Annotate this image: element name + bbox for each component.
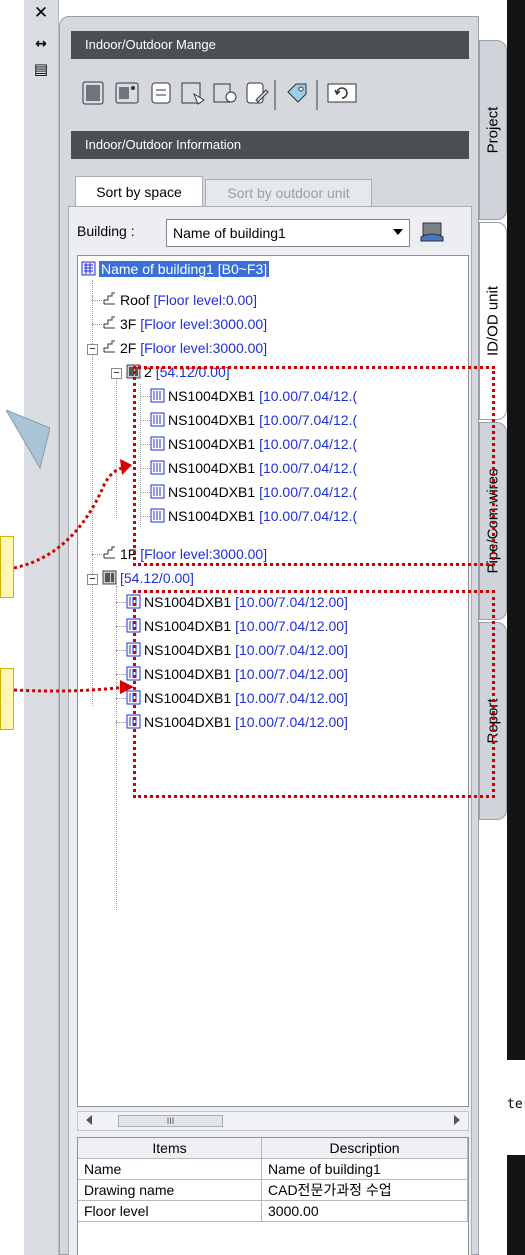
- properties-grid: Items Description Name Name of building1…: [77, 1137, 469, 1255]
- props-header-items: Items: [78, 1138, 262, 1159]
- collapse-icon[interactable]: −: [111, 368, 122, 379]
- props-row-item: Drawing name: [78, 1180, 262, 1201]
- highlight-box-2f-units: [133, 366, 495, 566]
- props-header-description: Description: [262, 1138, 468, 1159]
- unit-edit-icon[interactable]: [244, 80, 270, 106]
- tree-node-building[interactable]: Name of building1 [B0~F3]: [81, 259, 270, 279]
- screen: ✕ ↔ ▤ Indoor/Outdoor Mange Indoor/Outdoo…: [0, 0, 525, 1255]
- tab-sort-by-space[interactable]: Sort by space: [75, 176, 203, 206]
- building-label: Building :: [77, 223, 135, 239]
- floor-icon: [103, 340, 115, 353]
- tab-sort-by-outdoor-unit[interactable]: Sort by outdoor unit: [205, 179, 372, 206]
- refresh-icon[interactable]: [326, 80, 358, 106]
- close-icon[interactable]: ✕: [28, 2, 54, 24]
- tree-node-3f[interactable]: 3F [Floor level:3000.00]: [102, 314, 267, 334]
- props-row-value[interactable]: Name of building1: [262, 1159, 468, 1180]
- tag-icon[interactable]: [284, 80, 310, 106]
- tab-project[interactable]: Project: [479, 40, 507, 220]
- props-row-item: Floor level: [78, 1201, 262, 1222]
- building-select[interactable]: Name of building1: [166, 219, 410, 247]
- indoor-unit-icon[interactable]: [80, 80, 106, 106]
- collapse-icon[interactable]: −: [87, 344, 98, 355]
- tree-horizontal-scrollbar[interactable]: III: [77, 1111, 469, 1131]
- autohide-icon[interactable]: ↔: [28, 33, 54, 55]
- section-header-info: Indoor/Outdoor Information: [71, 131, 469, 159]
- floor-icon: [103, 316, 115, 329]
- tree-node-2f[interactable]: 2F [Floor level:3000.00]: [102, 338, 267, 358]
- cad-command-line[interactable]: ter: [507, 1060, 525, 1155]
- building-settings-icon[interactable]: [419, 219, 445, 245]
- scroll-left-icon[interactable]: [86, 1115, 92, 1125]
- props-row-value[interactable]: CAD전문가과정 수업: [262, 1180, 468, 1201]
- tree-node-roof[interactable]: Roof [Floor level:0.00]: [102, 290, 257, 310]
- unit-link-icon[interactable]: [212, 80, 238, 106]
- cad-drawing-area[interactable]: ter: [507, 0, 525, 1255]
- properties-icon[interactable]: ▤: [28, 58, 54, 80]
- toolbar-separator: [316, 80, 318, 110]
- section-header-manage: Indoor/Outdoor Mange: [71, 31, 469, 59]
- scrollbar-thumb[interactable]: III: [118, 1115, 223, 1127]
- callout-note-2: [0, 668, 14, 730]
- highlight-box-1f-units: [133, 590, 495, 798]
- chevron-down-icon: [393, 229, 403, 235]
- toolbar-separator: [274, 80, 276, 110]
- scroll-right-icon[interactable]: [454, 1115, 460, 1125]
- props-row-item: Name: [78, 1159, 262, 1180]
- floor-icon: [103, 292, 115, 305]
- annotation-arrows: [14, 459, 134, 694]
- outdoor-unit-icon[interactable]: [114, 80, 140, 106]
- callout-note-1: [0, 536, 14, 598]
- unit-copy-icon[interactable]: [180, 80, 206, 106]
- unit-outline-icon[interactable]: [148, 80, 174, 106]
- building-select-value: Name of building1: [173, 225, 286, 241]
- props-row-value[interactable]: 3000.00: [262, 1201, 468, 1222]
- building-icon: [81, 261, 96, 276]
